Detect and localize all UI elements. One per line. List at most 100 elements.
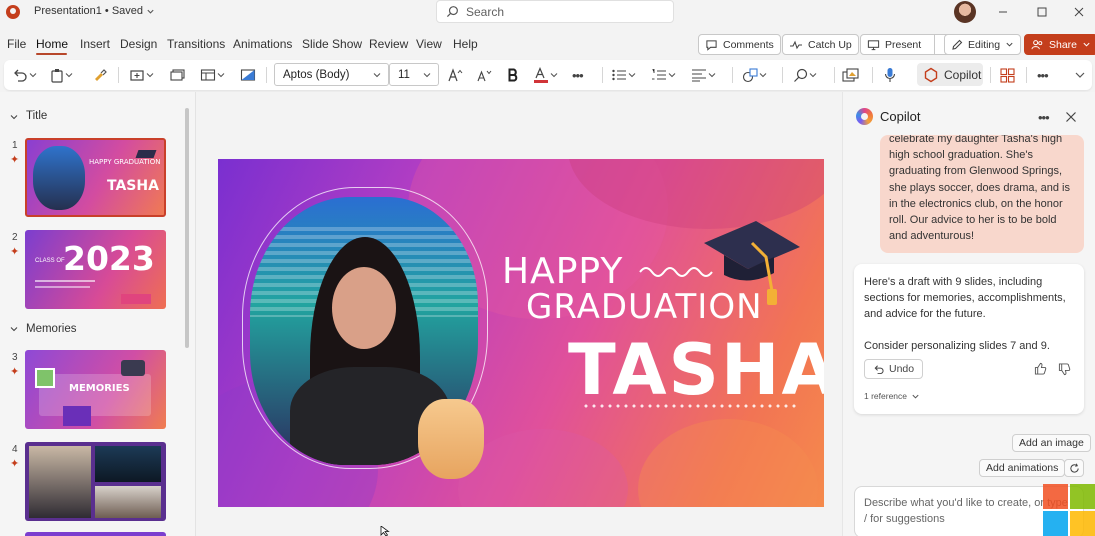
comment-icon (706, 39, 717, 51)
menu-review[interactable]: Review (369, 37, 408, 51)
thumbs-down-button[interactable] (1058, 363, 1071, 376)
add-an-image-suggestion[interactable]: Add an image (1012, 434, 1091, 452)
copilot-sparkle-icon: ✦ (10, 366, 20, 378)
align-button[interactable] (691, 66, 717, 84)
increase-font-size-button[interactable] (447, 66, 463, 84)
avatar[interactable] (954, 1, 976, 23)
maximize-button[interactable] (1029, 3, 1055, 21)
section-memories-label[interactable]: Memories (26, 323, 76, 335)
chevron-down-icon (423, 72, 431, 77)
thumbnail-scrollbar[interactable] (185, 108, 189, 348)
menu-home[interactable]: Home (36, 37, 68, 51)
slide-name-title[interactable]: TASHA (568, 335, 824, 405)
response-line: and advice for the future. (864, 308, 986, 320)
catch-up-button[interactable]: Catch Up (782, 34, 859, 55)
graduation-cap-icon (135, 150, 157, 158)
menu-insert[interactable]: Insert (80, 37, 110, 51)
copilot-ribbon-button[interactable]: Copilot (917, 63, 983, 86)
paste-button[interactable] (50, 66, 74, 84)
bold-icon (508, 68, 518, 82)
shapes-button[interactable] (742, 66, 768, 84)
menu-slide-show[interactable]: Slide Show (302, 37, 362, 51)
numbering-button[interactable] (651, 66, 677, 84)
font-name-select[interactable]: Aptos (Body) (274, 63, 389, 86)
ribbon-expand-button[interactable] (1074, 66, 1086, 84)
close-window-button[interactable] (1066, 3, 1092, 21)
reference-toggle[interactable]: 1 reference (864, 388, 920, 404)
slide-thumbnail-1[interactable]: HAPPY GRADUATION TASHA (25, 138, 166, 217)
font-size-select[interactable]: 11 (389, 63, 439, 86)
slide-canvas[interactable]: HAPPY GRADUATION TASHA (218, 159, 824, 507)
align-left-icon (692, 69, 706, 82)
add-ins-button[interactable] (1000, 66, 1015, 84)
thumbnail-class-of: CLASS OF (35, 258, 65, 264)
present-button[interactable]: Present (860, 34, 956, 55)
slide-title-line-1[interactable]: HAPPY (502, 251, 623, 292)
search-input[interactable]: Search (436, 0, 674, 23)
menu-animations[interactable]: Animations (233, 37, 292, 51)
share-button[interactable]: Share (1024, 34, 1095, 55)
grow-font-icon (448, 67, 463, 81)
chevron-down-icon[interactable] (9, 112, 19, 122)
new-slide-button[interactable] (129, 66, 155, 84)
user-message-bubble: celebrate my daughter Tasha's high high … (880, 135, 1084, 253)
chevron-down-icon[interactable] (9, 324, 19, 334)
comments-label: Comments (723, 38, 774, 51)
layout-button[interactable] (200, 66, 226, 84)
slide-thumbnail-3[interactable]: MEMORIES (25, 350, 166, 429)
chevron-down-icon (29, 73, 37, 78)
chevron-down-icon (668, 73, 676, 78)
more-options-button[interactable]: ••• (1037, 66, 1049, 84)
copilot-logo-icon (856, 108, 873, 125)
copilot-close-button[interactable] (1065, 111, 1077, 123)
clipboard-icon (51, 68, 63, 83)
font-more-button[interactable]: ••• (572, 66, 584, 84)
shapes-icon (742, 67, 758, 82)
editing-mode-button[interactable]: Editing (944, 34, 1022, 55)
chevron-down-icon (146, 73, 154, 78)
menu-help[interactable]: Help (453, 37, 478, 51)
user-message-line: in the electronics club, on the honor (889, 197, 1063, 210)
comments-button[interactable]: Comments (698, 34, 781, 55)
bullets-button[interactable] (611, 66, 637, 84)
chevron-down-icon (1006, 42, 1013, 47)
dictate-button[interactable] (884, 66, 896, 84)
format-painter-button[interactable] (92, 66, 108, 84)
thumbs-up-button[interactable] (1034, 362, 1047, 375)
slide-thumbnail-5[interactable] (25, 532, 166, 536)
font-more-label: ••• (572, 67, 584, 83)
share-label: Share (1049, 38, 1078, 51)
more-options-label: ••• (1037, 67, 1049, 83)
user-message-line: she plays soccer, does drama, and is (889, 181, 1070, 194)
bold-button[interactable] (507, 66, 519, 84)
menu-design[interactable]: Design (120, 37, 157, 51)
reuse-slides-button[interactable] (170, 66, 186, 84)
background-button[interactable] (240, 66, 256, 84)
refresh-suggestions-button[interactable] (1064, 459, 1084, 477)
slide-thumbnail-4[interactable] (25, 442, 166, 521)
menu-transitions[interactable]: Transitions (167, 37, 225, 51)
microsoft-logo-icon (1043, 484, 1095, 536)
find-button[interactable] (793, 66, 818, 84)
slide-thumbnail-2[interactable]: CLASS OF 2023 (25, 230, 166, 309)
undo-ribbon-button[interactable] (12, 66, 38, 84)
refresh-icon (1069, 463, 1079, 473)
add-animations-suggestion[interactable]: Add animations (979, 459, 1066, 477)
menu-view[interactable]: View (416, 37, 442, 51)
font-color-button[interactable] (533, 66, 559, 84)
font-size-value: 11 (398, 68, 410, 81)
copilot-more-button[interactable]: ••• (1038, 110, 1050, 125)
undo-button[interactable]: Undo (864, 359, 924, 379)
designer-button[interactable] (842, 66, 859, 84)
new-slide-icon (130, 70, 144, 81)
menu-file[interactable]: File (7, 37, 26, 51)
section-title-label[interactable]: Title (26, 110, 47, 122)
search-placeholder: Search (466, 4, 505, 19)
document-title[interactable]: Presentation1 • Saved (34, 5, 155, 17)
copilot-ribbon-label: Copilot (944, 67, 982, 82)
decrease-font-size-button[interactable] (476, 66, 492, 84)
copilot-response-card: Here's a draft with 9 slides, including … (854, 264, 1084, 414)
minimize-button[interactable] (990, 3, 1016, 21)
search-icon (446, 6, 458, 18)
chevron-down-icon (708, 73, 716, 78)
